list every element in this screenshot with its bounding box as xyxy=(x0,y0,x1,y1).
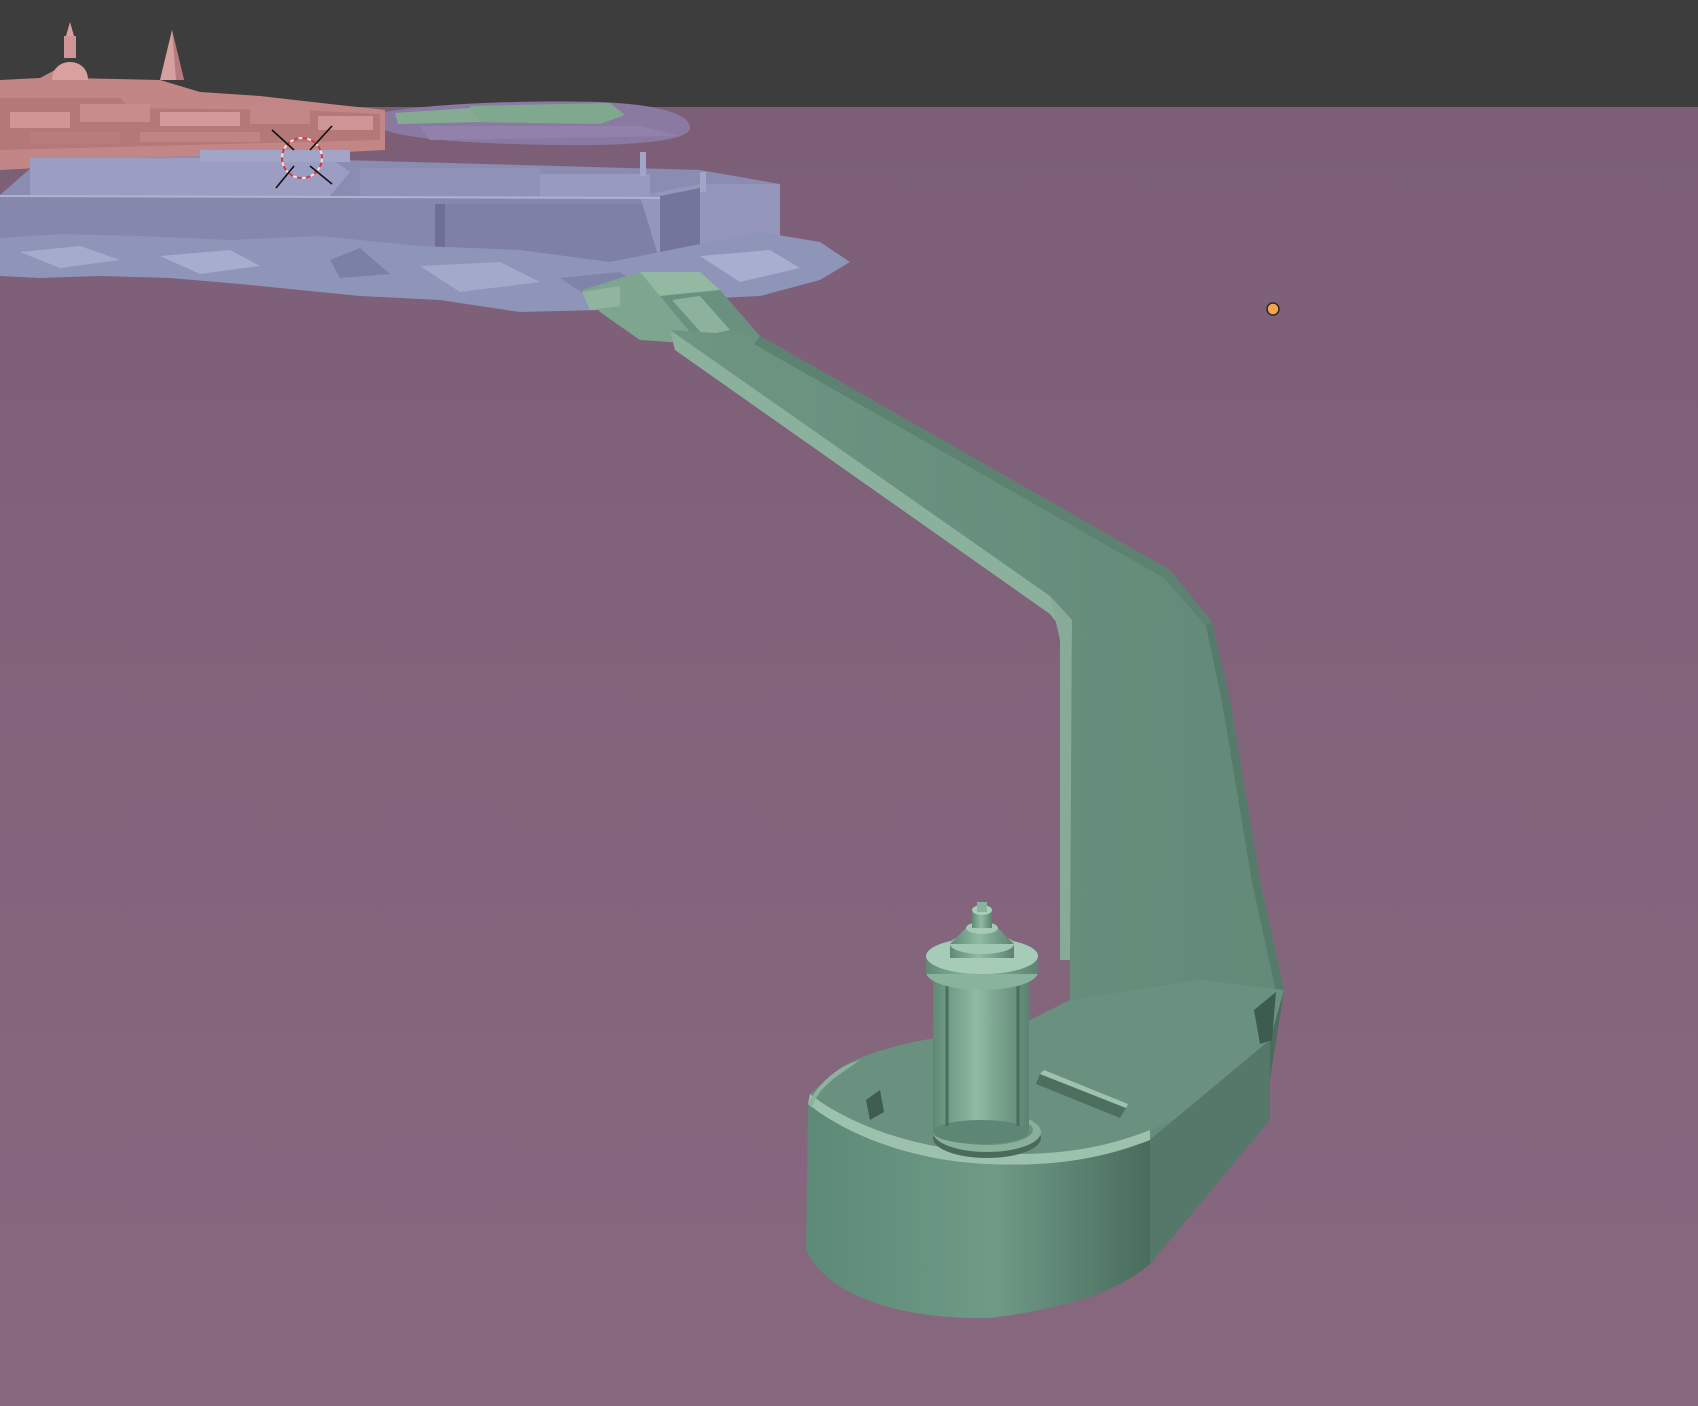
viewport-scene[interactable] xyxy=(0,0,1698,1406)
world-background xyxy=(0,0,1698,110)
3d-viewport[interactable] xyxy=(0,0,1698,1406)
distant-island[interactable] xyxy=(385,101,690,146)
light-object-icon[interactable] xyxy=(1266,302,1280,316)
